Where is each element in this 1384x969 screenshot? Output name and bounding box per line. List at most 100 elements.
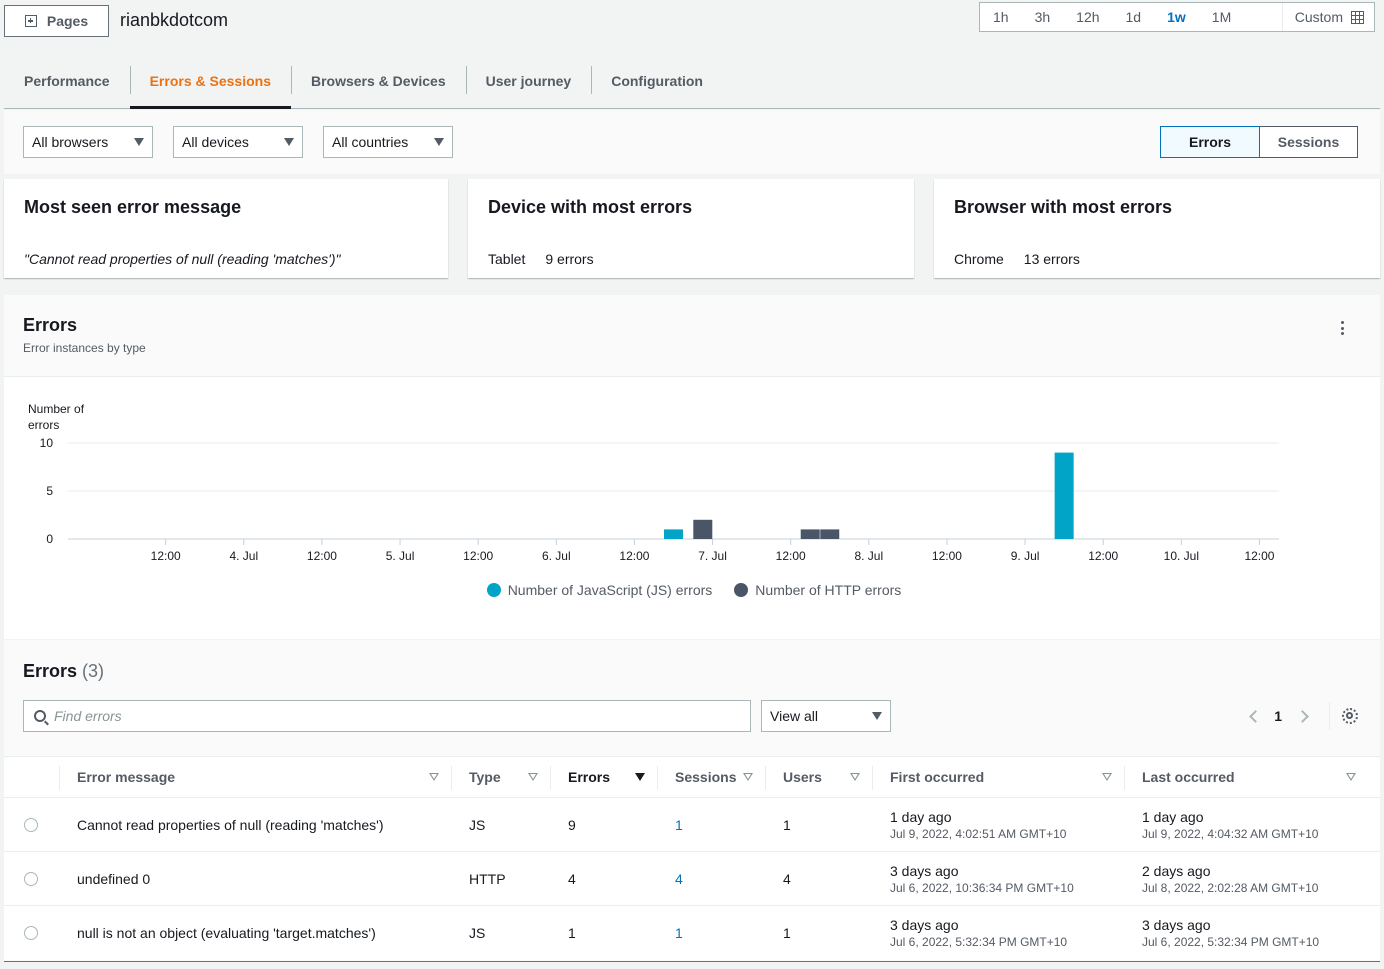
x-tick-label-1: 4. Jul xyxy=(229,549,258,563)
sessions-link[interactable]: 1 xyxy=(657,817,765,833)
x-tick-label-6: 12:00 xyxy=(619,549,649,563)
time-range-1M[interactable]: 1M xyxy=(1199,3,1244,31)
column-label: Error message xyxy=(77,769,176,785)
column-header-error-message[interactable]: Error message xyxy=(59,757,451,797)
error-count: 1 xyxy=(568,925,576,941)
chart-legend: Number of JavaScript (JS) errors Number … xyxy=(4,582,1380,598)
sort-icon xyxy=(429,773,439,781)
time-range-custom[interactable]: Custom xyxy=(1281,3,1374,31)
sort-icon xyxy=(1346,773,1356,781)
last-occurred: 2 days ago Jul 8, 2022, 2:02:28 AM GMT+1… xyxy=(1124,863,1368,895)
divider xyxy=(1329,702,1330,730)
column-header-users[interactable]: Users xyxy=(765,757,872,797)
time-range-1w[interactable]: 1w xyxy=(1154,3,1199,31)
column-label: First occurred xyxy=(890,769,985,785)
column-header-last-occurred[interactable]: Last occurred xyxy=(1124,757,1368,797)
time-range-1h[interactable]: 1h xyxy=(980,3,1022,31)
browser-filter-select[interactable]: All browsers xyxy=(23,126,153,158)
caret-down-icon xyxy=(134,138,144,146)
row-select-radio[interactable] xyxy=(24,871,38,886)
table-row[interactable]: Cannot read properties of null (reading … xyxy=(4,798,1380,852)
y-axis-label-line2: errors xyxy=(28,418,59,432)
device-most-errors-card: Device with most errors Tablet 9 errors xyxy=(468,179,914,278)
previous-page-icon[interactable] xyxy=(1249,709,1263,723)
select-column-header xyxy=(4,757,59,797)
first-occurred: 3 days ago Jul 6, 2022, 10:36:34 PM GMT+… xyxy=(872,863,1124,895)
page-number[interactable]: 1 xyxy=(1274,708,1282,724)
column-header-sessions[interactable]: Sessions xyxy=(657,757,765,797)
time-range-3h[interactable]: 3h xyxy=(1022,3,1064,31)
column-header-errors[interactable]: Errors xyxy=(550,757,657,797)
x-tick-label-7: 7. Jul xyxy=(698,549,727,563)
caret-down-icon xyxy=(872,712,882,720)
view-all-select[interactable]: View all xyxy=(761,700,891,732)
js-error-bar-0 xyxy=(664,529,683,539)
error-count: 4 xyxy=(568,870,576,887)
sessions-link[interactable]: 1 xyxy=(657,925,765,941)
legend-label-http: Number of HTTP errors xyxy=(755,582,902,598)
first-occurred-absolute: Jul 9, 2022, 4:02:51 AM GMT+10 xyxy=(890,826,1067,841)
country-filter-value: All countries xyxy=(332,134,409,150)
first-occurred-relative: 1 day ago xyxy=(890,808,952,825)
column-label: Sessions xyxy=(675,769,737,785)
gear-icon[interactable] xyxy=(1342,708,1358,724)
x-tick-label-14: 12:00 xyxy=(1244,549,1274,563)
row-select-radio[interactable] xyxy=(24,926,38,940)
table-row[interactable]: undefined 0 HTTP 4 4 4 3 days ago Jul 6,… xyxy=(4,852,1380,906)
table-header: Error message Type Errors Sessions Users… xyxy=(4,756,1380,798)
time-range-1d[interactable]: 1d xyxy=(1113,3,1155,31)
x-tick-label-13: 10. Jul xyxy=(1164,549,1199,563)
tab-user-journey[interactable]: User journey xyxy=(465,62,592,108)
first-occurred: 1 day ago Jul 9, 2022, 4:02:51 AM GMT+10 xyxy=(872,809,1124,841)
y-axis-label-line1: Number of xyxy=(28,402,85,416)
device-filter-select[interactable]: All devices xyxy=(173,126,303,158)
device-filter-value: All devices xyxy=(182,134,249,150)
legend-item-js[interactable]: Number of JavaScript (JS) errors xyxy=(486,582,712,598)
errors-sessions-toggle: Errors Sessions xyxy=(1160,126,1358,158)
tab-errors-sessions[interactable]: Errors & Sessions xyxy=(129,62,292,109)
table-row[interactable]: null is not an object (evaluating 'targe… xyxy=(4,906,1380,960)
more-options-icon[interactable] xyxy=(1334,319,1350,337)
time-range-12h[interactable]: 12h xyxy=(1063,3,1112,31)
x-tick-label-3: 5. Jul xyxy=(386,549,415,563)
legend-item-http[interactable]: Number of HTTP errors xyxy=(734,582,901,598)
error-message: Cannot read properties of null (reading … xyxy=(77,816,384,833)
sessions-link[interactable]: 4 xyxy=(657,871,765,887)
next-page-icon[interactable] xyxy=(1296,709,1309,723)
card-title: Most seen error message xyxy=(24,197,242,217)
country-filter-select[interactable]: All countries xyxy=(323,126,453,158)
js-error-bar-1 xyxy=(1054,452,1074,539)
find-errors-input[interactable] xyxy=(54,708,750,724)
error-count: 9 xyxy=(568,816,576,833)
column-header-type[interactable]: Type xyxy=(451,757,550,797)
tab-configuration[interactable]: Configuration xyxy=(591,62,723,108)
sessions-toggle-button[interactable]: Sessions xyxy=(1260,126,1358,158)
custom-label: Custom xyxy=(1294,9,1343,25)
last-occurred-absolute: Jul 8, 2022, 2:02:28 AM GMT+10 xyxy=(1142,880,1319,895)
last-occurred: 3 days ago Jul 6, 2022, 5:32:34 PM GMT+1… xyxy=(1124,917,1368,949)
device-name: Tablet xyxy=(488,251,526,267)
x-tick-label-10: 12:00 xyxy=(932,549,962,563)
sort-descending-icon xyxy=(635,773,645,781)
tab-performance[interactable]: Performance xyxy=(4,62,130,108)
first-occurred-absolute: Jul 6, 2022, 10:36:34 PM GMT+10 xyxy=(890,880,1074,895)
http-error-bar-0 xyxy=(693,519,713,539)
search-icon xyxy=(34,710,46,722)
http-error-bar-1 xyxy=(800,529,820,539)
row-select-radio[interactable] xyxy=(24,817,38,832)
legend-dot-http xyxy=(734,583,749,597)
errors-table-title: Errors (3) xyxy=(23,661,104,682)
error-message: null is not an object (evaluating 'targe… xyxy=(77,925,376,941)
last-occurred-relative: 2 days ago xyxy=(1142,862,1211,879)
sort-icon xyxy=(743,773,753,781)
column-header-first-occurred[interactable]: First occurred xyxy=(872,757,1124,797)
most-seen-error-value: "Cannot read properties of null (reading… xyxy=(24,251,341,267)
card-title: Device with most errors xyxy=(488,197,693,217)
pages-button[interactable]: Pages xyxy=(4,5,109,37)
x-tick-label-4: 12:00 xyxy=(463,549,493,563)
error-type: JS xyxy=(469,816,486,833)
y-tick-label-0: 0 xyxy=(46,532,53,546)
errors-toggle-button[interactable]: Errors xyxy=(1160,126,1260,158)
tab-browsers-devices[interactable]: Browsers & Devices xyxy=(290,62,466,108)
users-count: 1 xyxy=(783,925,791,941)
